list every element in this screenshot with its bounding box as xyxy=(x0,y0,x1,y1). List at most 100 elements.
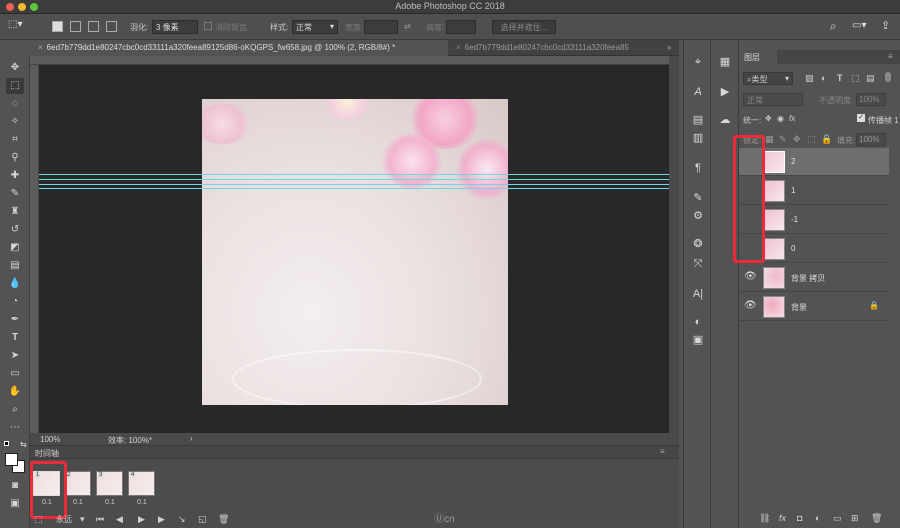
add-selection-icon[interactable] xyxy=(70,21,81,32)
style-select[interactable]: 正常 ▾ xyxy=(292,20,338,34)
delete-layer-icon[interactable]: 🗑 xyxy=(871,513,882,524)
lasso-tool-icon[interactable]: ◌ xyxy=(6,96,24,112)
path-selection-tool-icon[interactable]: ➤ xyxy=(6,348,24,364)
new-group-icon[interactable]: ▭ xyxy=(833,513,842,524)
lock-artboard-icon[interactable]: ⬚ xyxy=(807,134,816,145)
zoom-level[interactable]: 100% xyxy=(40,435,60,444)
rectangle-tool-icon[interactable]: ▭ xyxy=(6,366,24,382)
delete-frame-icon[interactable]: 🗑 xyxy=(218,514,229,525)
subtract-selection-icon[interactable] xyxy=(88,21,99,32)
frame-thumbnail[interactable]: 3 xyxy=(96,471,123,496)
guide-line[interactable] xyxy=(39,174,669,175)
lock-transparency-icon[interactable]: ▦ xyxy=(765,134,774,145)
paragraph-panel-icon[interactable]: ¶ xyxy=(690,160,706,176)
lock-all-icon[interactable]: 🔒 xyxy=(821,134,832,145)
type-tool-icon[interactable]: T xyxy=(6,330,24,346)
layer-row[interactable]: 👁 背景 🔒 xyxy=(739,293,889,321)
panel-menu-icon[interactable]: ≡ xyxy=(888,52,893,61)
gradient-tool-icon[interactable]: ▤ xyxy=(6,258,24,274)
layer-name[interactable]: 0 xyxy=(791,244,795,253)
frame-delay[interactable]: 0.1 xyxy=(73,499,83,506)
layer-style-icon[interactable]: fx xyxy=(779,513,786,523)
unify-visibility-icon[interactable]: ◉ xyxy=(777,114,784,123)
blur-tool-icon[interactable]: 💧 xyxy=(6,276,24,292)
foreground-color-swatch[interactable] xyxy=(5,453,18,466)
character-panel-icon[interactable]: A xyxy=(690,84,706,100)
loop-select[interactable]: 永远 xyxy=(56,514,72,525)
new-selection-icon[interactable] xyxy=(52,21,63,32)
opacity-input[interactable]: 100% xyxy=(856,93,886,106)
workspace-icon[interactable]: ▭▾ xyxy=(852,20,866,31)
hand-tool-icon[interactable]: ✋ xyxy=(6,384,24,400)
history-panel-icon[interactable]: ⌖ xyxy=(690,54,706,70)
filter-smart-object-icon[interactable]: ▤ xyxy=(866,73,875,84)
filter-adjustment-icon[interactable]: ◐ xyxy=(821,73,826,83)
magic-wand-tool-icon[interactable]: ✧ xyxy=(6,114,24,130)
healing-brush-tool-icon[interactable]: ✚ xyxy=(6,168,24,184)
dodge-tool-icon[interactable]: ◔ xyxy=(6,294,24,310)
lock-position-icon[interactable]: ✥ xyxy=(793,134,801,145)
fill-input[interactable]: 100% xyxy=(856,133,886,146)
select-mask-button[interactable]: 选择并遮住... xyxy=(492,20,556,34)
frame-thumbnail[interactable]: 2 xyxy=(64,471,91,496)
lock-pixels-icon[interactable]: ✎ xyxy=(779,134,787,145)
previous-frame-icon[interactable]: ◀ xyxy=(116,514,123,525)
swap-colors-icon[interactable]: ⇆ xyxy=(20,440,27,449)
tween-icon[interactable]: ↘ xyxy=(178,514,186,525)
blend-mode-select[interactable]: 正常 xyxy=(743,93,803,106)
feather-input[interactable]: 3 像素 xyxy=(152,20,198,34)
adjustments-panel-icon[interactable]: ◐ xyxy=(690,314,706,330)
eye-icon[interactable]: 👁 xyxy=(744,271,757,282)
screen-mode-icon[interactable]: ▣ xyxy=(6,496,24,512)
status-menu-icon[interactable]: › xyxy=(190,434,193,443)
link-layers-icon[interactable]: ⛓ xyxy=(759,513,770,524)
layer-name[interactable]: 背景 拷贝 xyxy=(791,273,825,284)
clone-stamp-tool-icon[interactable]: ♜ xyxy=(6,204,24,220)
frame-thumbnail[interactable]: 4 xyxy=(128,471,155,496)
layer-row[interactable]: 👁 背景 拷贝 xyxy=(739,264,889,292)
brush-tool-icon[interactable]: ✎ xyxy=(6,186,24,202)
play-icon[interactable]: ▶ xyxy=(138,514,145,525)
eraser-tool-icon[interactable]: ◩ xyxy=(6,240,24,256)
filter-type-icon[interactable]: T xyxy=(837,73,843,83)
brush-settings-icon[interactable]: ⚙ xyxy=(690,208,706,224)
duplicate-frame-icon[interactable]: ◱ xyxy=(198,514,207,525)
layer-name[interactable]: -1 xyxy=(791,215,798,224)
more-tools-icon[interactable]: ⋯ xyxy=(6,420,24,436)
search-icon[interactable]: ⌕ xyxy=(830,19,837,34)
quick-mask-icon[interactable]: ◙ xyxy=(6,478,24,494)
marquee-preset-icon[interactable]: ⬚▾ xyxy=(8,19,30,34)
history-brush-tool-icon[interactable]: ↺ xyxy=(6,222,24,238)
width-input[interactable] xyxy=(364,20,398,34)
unify-position-icon[interactable]: ✥ xyxy=(765,114,772,123)
tab-second-document[interactable]: × 6ed7b779dd1e80247cbc0cd33111a320feea85 xyxy=(448,40,679,56)
share-icon[interactable]: ⇪ xyxy=(881,19,890,32)
layer-name[interactable]: 背景 xyxy=(791,302,807,313)
guide-line[interactable] xyxy=(39,188,669,189)
first-frame-icon[interactable]: ⏮ xyxy=(96,514,104,525)
guide-line[interactable] xyxy=(39,179,669,180)
actions-panel-icon[interactable]: ▶ xyxy=(717,84,733,100)
crop-tool-icon[interactable]: ⌗ xyxy=(6,132,24,148)
convert-timeline-icon[interactable]: ⬚ xyxy=(34,514,43,525)
propagate-checkbox[interactable]: ✓ xyxy=(857,114,865,122)
loop-chevron-down-icon[interactable]: ▾ xyxy=(80,514,85,525)
zoom-tool-icon[interactable]: ⌕ xyxy=(6,402,24,418)
properties-panel-icon[interactable]: ▣ xyxy=(690,332,706,348)
close-tab-icon[interactable]: × xyxy=(456,43,461,52)
libraries-panel-icon[interactable]: ☁ xyxy=(717,112,733,128)
eyedropper-tool-icon[interactable]: ⚲ xyxy=(6,150,24,166)
layer-name[interactable]: 1 xyxy=(791,186,795,195)
swap-icon[interactable]: ⇄ xyxy=(404,22,411,31)
tab-active-document[interactable]: × 6ed7b779dd1e80247cbc0cd33111a320feea891… xyxy=(30,40,448,56)
height-input[interactable] xyxy=(446,20,476,34)
guide-line[interactable] xyxy=(39,184,669,185)
channels-panel-icon[interactable]: ❂ xyxy=(690,236,706,252)
filter-toggle[interactable] xyxy=(885,72,891,82)
swatches-panel-icon[interactable]: ▦ xyxy=(717,54,733,70)
pen-tool-icon[interactable]: ✒ xyxy=(6,312,24,328)
filter-pixel-icon[interactable]: ▨ xyxy=(805,73,814,84)
intersect-selection-icon[interactable] xyxy=(106,21,117,32)
paragraph-styles-icon[interactable]: ▤ xyxy=(690,112,706,128)
antialias-checkbox[interactable] xyxy=(204,22,212,30)
